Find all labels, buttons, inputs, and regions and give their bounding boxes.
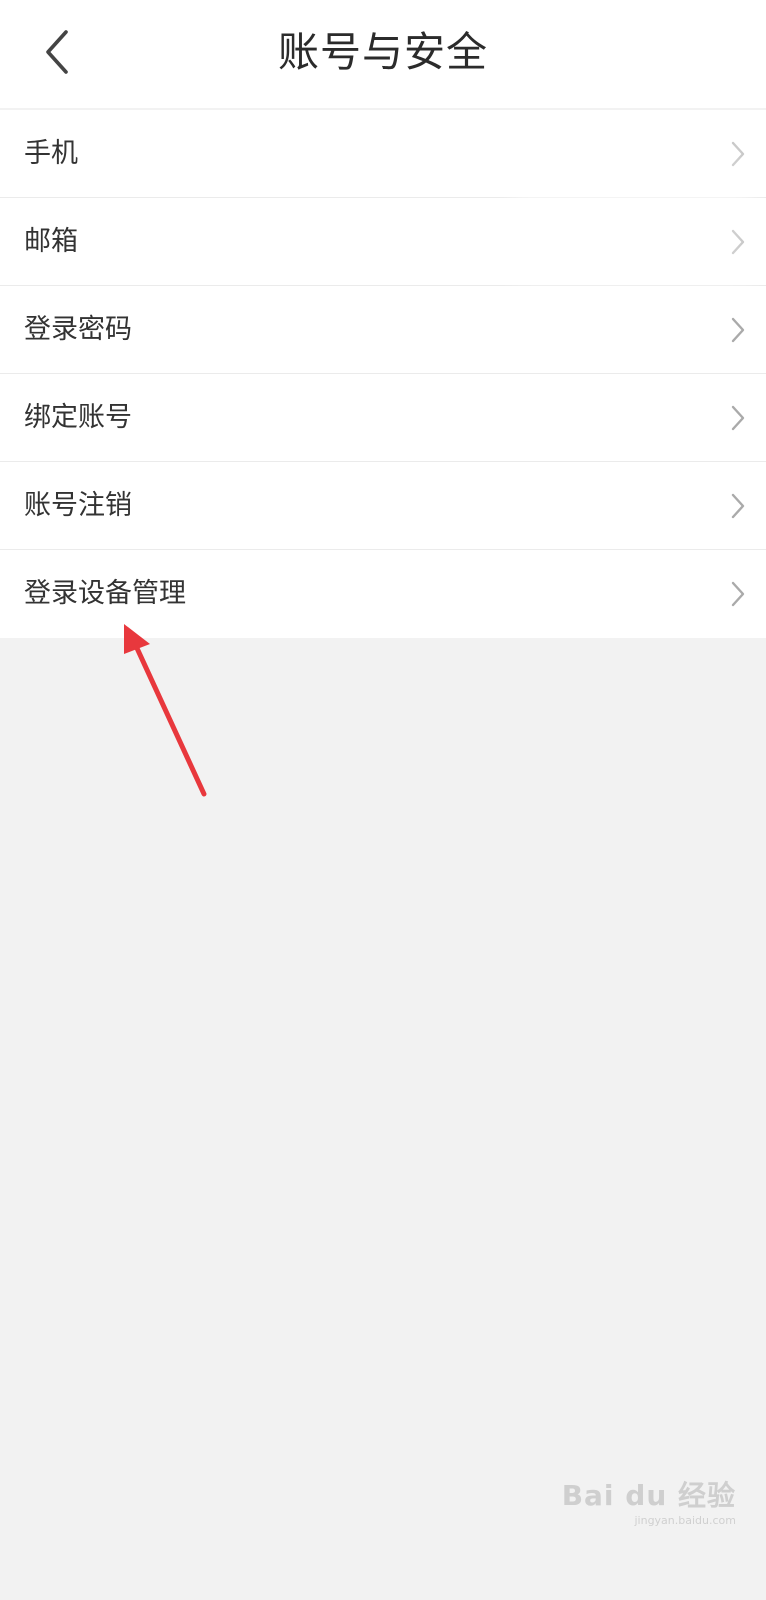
settings-item-login-password[interactable]: 登录密码 <box>0 286 766 374</box>
settings-item-phone[interactable]: 手机 <box>0 110 766 198</box>
page-title: 账号与安全 <box>278 28 488 76</box>
account-security-page: 账号与安全 手机 邮箱 登录密码 绑定账号 账号注销 登录设备管理 Bai du… <box>0 0 766 1600</box>
chevron-right-icon <box>730 229 746 255</box>
chevron-right-icon <box>730 581 746 607</box>
settings-item-label: 登录设备管理 <box>24 578 186 609</box>
navigation-bar: 账号与安全 <box>0 0 766 108</box>
settings-item-email[interactable]: 邮箱 <box>0 198 766 286</box>
settings-item-bind-account[interactable]: 绑定账号 <box>0 374 766 462</box>
chevron-right-icon <box>730 141 746 167</box>
watermark-logo: Bai du 经验 <box>561 1479 736 1512</box>
settings-item-login-device-management[interactable]: 登录设备管理 <box>0 550 766 638</box>
settings-item-label: 账号注销 <box>24 490 132 521</box>
settings-item-label: 登录密码 <box>24 314 132 345</box>
settings-list: 手机 邮箱 登录密码 绑定账号 账号注销 登录设备管理 <box>0 110 766 638</box>
baidu-jingyan-watermark: Bai du 经验 jingyan.baidu.com <box>562 1478 736 1528</box>
annotation-arrow-icon <box>110 618 220 808</box>
chevron-right-icon <box>730 317 746 343</box>
settings-item-label: 手机 <box>24 138 78 169</box>
chevron-right-icon <box>730 493 746 519</box>
settings-item-label: 绑定账号 <box>24 402 132 433</box>
chevron-right-icon <box>730 405 746 431</box>
watermark-url: jingyan.baidu.com <box>634 1514 736 1527</box>
settings-item-label: 邮箱 <box>24 226 78 257</box>
settings-item-delete-account[interactable]: 账号注销 <box>0 462 766 550</box>
